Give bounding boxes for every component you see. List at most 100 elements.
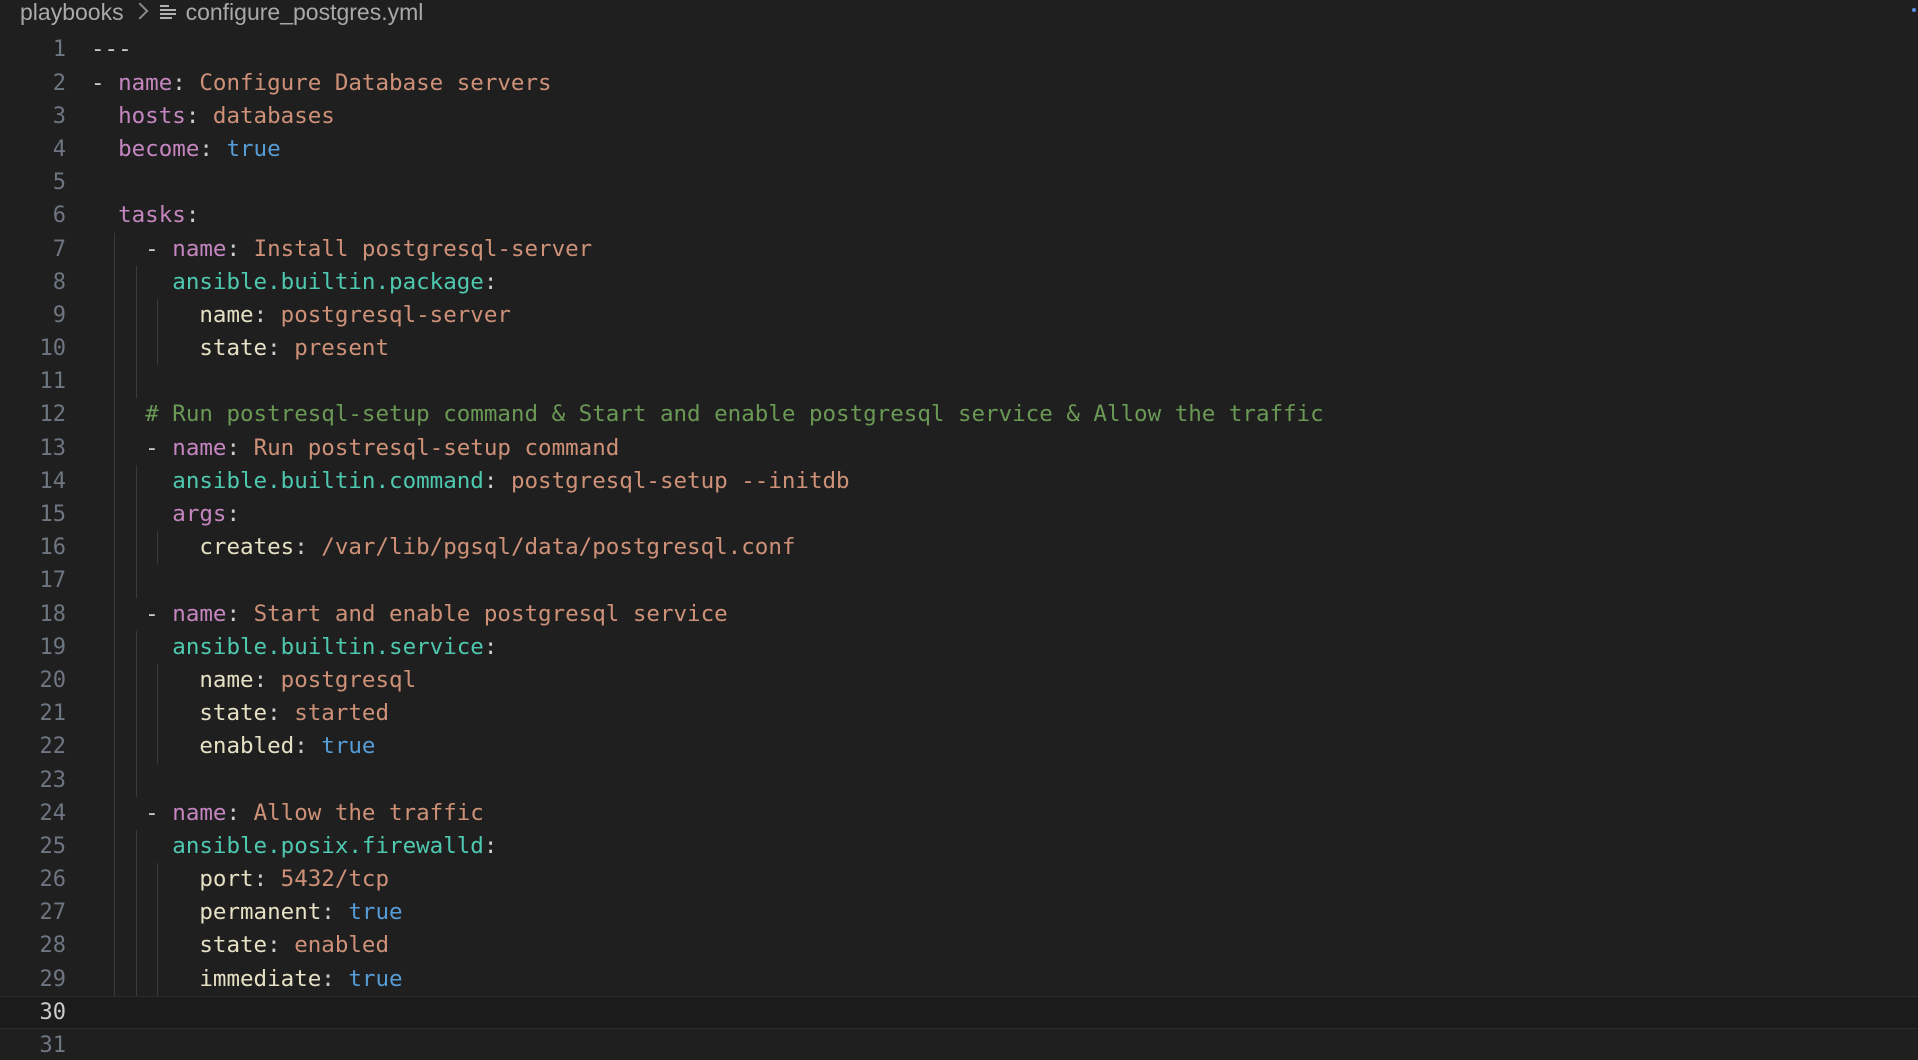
- code-token: /var/lib/pgsql/data/postgresql.conf: [321, 534, 796, 561]
- code-line[interactable]: 6 tasks:: [0, 199, 1918, 232]
- code-line[interactable]: 10 state: present: [0, 332, 1918, 366]
- code-text: state: started: [91, 697, 389, 730]
- code-text: - name: Install postgresql-server: [91, 233, 592, 266]
- code-token: ansible.builtin.command: [172, 467, 484, 494]
- code-token: -: [91, 799, 173, 826]
- code-line[interactable]: 8 ansible.builtin.package:: [0, 265, 1918, 299]
- indent-guide: [135, 564, 137, 598]
- line-number: 17: [39, 568, 67, 594]
- breadcrumb: playbooks configure_postgres.yml: [20, 0, 423, 24]
- code-token: name: [172, 600, 227, 627]
- code-text: state: enabled: [91, 929, 389, 962]
- code-line[interactable]: 31: [0, 1029, 1918, 1060]
- line-number: 10: [39, 336, 67, 362]
- code-line[interactable]: 25 ansible.posix.firewalld:: [0, 829, 1918, 864]
- code-line[interactable]: 29 immediate: true: [0, 962, 1918, 996]
- line-number: 30: [39, 999, 67, 1025]
- code-line[interactable]: 13 - name: Run postresql-setup command: [0, 431, 1918, 465]
- code-token: name: [172, 434, 227, 461]
- code-line[interactable]: 12 # Run postresql-setup command & Start…: [0, 398, 1918, 432]
- code-line[interactable]: 23: [0, 763, 1918, 797]
- code-line[interactable]: 2- name: Configure Database servers: [0, 67, 1918, 100]
- code-line[interactable]: 9 name: postgresql-server: [0, 298, 1918, 333]
- code-token: :: [199, 135, 227, 162]
- code-token: Install postgresql-server: [253, 235, 593, 262]
- code-line[interactable]: 28 state: enabled: [0, 929, 1918, 963]
- code-token: Allow the traffic: [253, 799, 484, 826]
- code-line[interactable]: 24 - name: Allow the traffic: [0, 796, 1918, 830]
- code-token: ansible.posix.firewalld: [172, 832, 484, 859]
- code-line[interactable]: 15 args:: [0, 498, 1918, 532]
- code-line[interactable]: 4 become: true: [0, 133, 1918, 166]
- code-line[interactable]: 16 creates: /var/lib/pgsql/data/postgres…: [0, 531, 1918, 565]
- line-number: 25: [39, 833, 67, 859]
- code-token: -: [91, 600, 173, 627]
- code-line[interactable]: 20 name: postgresql: [0, 663, 1918, 698]
- line-number: 12: [39, 402, 67, 428]
- code-token: :: [226, 501, 241, 528]
- code-line[interactable]: 19 ansible.builtin.service:: [0, 630, 1918, 664]
- line-number: 11: [39, 369, 67, 395]
- code-token: present: [294, 335, 390, 362]
- line-number: 21: [39, 701, 67, 727]
- indent-guide: [135, 365, 137, 399]
- code-token: :: [267, 335, 295, 362]
- line-number: 7: [52, 236, 66, 262]
- code-token: ansible.builtin.service: [172, 633, 484, 660]
- code-token: Run postresql-setup command: [253, 434, 620, 461]
- code-line[interactable]: 3 hosts: databases: [0, 100, 1918, 133]
- code-line[interactable]: 5: [0, 166, 1918, 199]
- code-token: :: [226, 600, 254, 627]
- indent-guide: [135, 763, 137, 797]
- code-line[interactable]: 14 ansible.builtin.command: postgresql-s…: [0, 464, 1918, 499]
- indent-guide: [113, 763, 115, 797]
- code-text: state: present: [91, 332, 389, 365]
- code-token: :: [321, 899, 349, 926]
- code-line[interactable]: 21 state: started: [0, 697, 1918, 731]
- code-line[interactable]: 11: [0, 365, 1918, 399]
- code-line[interactable]: 27 permanent: true: [0, 896, 1918, 930]
- code-token: permanent: [199, 899, 322, 926]
- code-text: # Run postresql-setup command & Start an…: [91, 398, 1324, 431]
- code-line[interactable]: 22 enabled: true: [0, 730, 1918, 764]
- file-lines-icon: [159, 4, 176, 20]
- code-text: ansible.posix.firewalld:: [91, 830, 497, 863]
- code-token: postgresql: [280, 666, 417, 693]
- code-token: :: [226, 799, 254, 826]
- code-token: tasks: [118, 202, 186, 229]
- code-token: :: [267, 700, 295, 727]
- code-line[interactable]: 30: [0, 995, 1918, 1030]
- line-number: 24: [39, 800, 67, 826]
- code-token: :: [483, 467, 511, 494]
- code-text: ansible.builtin.command: postgresql-setu…: [91, 465, 849, 498]
- code-line[interactable]: 1 ---: [0, 33, 1918, 66]
- code-line[interactable]: 18 - name: Start and enable postgresql s…: [0, 597, 1918, 631]
- breadcrumb-file[interactable]: configure_postgres.yml: [186, 1, 424, 24]
- code-token: state: [199, 335, 268, 362]
- code-token: name: [172, 235, 227, 262]
- code-token: true: [348, 965, 403, 992]
- code-editor[interactable]: 1 --- 2- name: Configure Database servers 3…: [0, 33, 1918, 1060]
- code-line[interactable]: 17: [0, 564, 1918, 598]
- line-number: 13: [39, 435, 67, 461]
- line-number: 5: [52, 170, 66, 196]
- code-token: :: [172, 69, 200, 96]
- code-line[interactable]: 26 port: 5432/tcp: [0, 863, 1918, 897]
- code-token: 5432/tcp: [280, 866, 390, 893]
- code-text: ---: [91, 33, 132, 66]
- indent-guide: [113, 564, 115, 598]
- breadcrumb-folder[interactable]: playbooks: [20, 1, 124, 24]
- code-token: :: [294, 733, 322, 760]
- code-line[interactable]: 7 - name: Install postgresql-server: [0, 232, 1918, 266]
- code-token: # Run postresql-setup command & Start an…: [145, 401, 1324, 428]
- line-number: 16: [39, 535, 67, 561]
